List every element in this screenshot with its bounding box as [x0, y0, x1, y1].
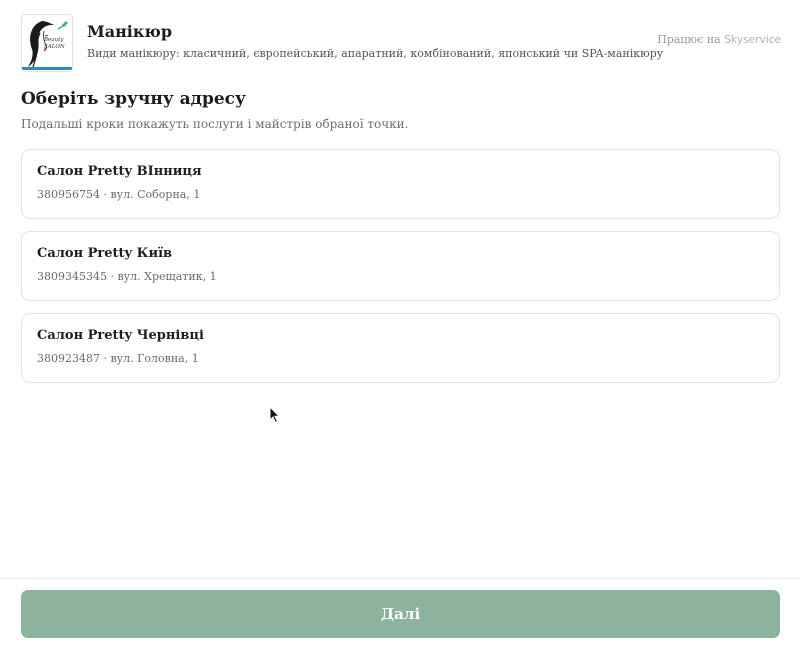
logo-text: Beauty SALON	[44, 37, 65, 50]
next-button[interactable]: Далі	[21, 590, 780, 638]
location-info: 380956754 · вул. Соборна, 1	[37, 188, 201, 201]
booking-page: Beauty SALON Манікюр Види манікюру: клас…	[0, 0, 800, 646]
powered-by-label: Працює на	[657, 33, 721, 46]
powered-by[interactable]: Працює на Skyservice	[657, 33, 781, 46]
location-name: Салон Pretty Чернівці	[37, 328, 204, 343]
mouse-pointer-icon	[269, 406, 281, 424]
page-title: Оберіть зручну адресу	[21, 89, 246, 109]
business-header: Beauty SALON Манікюр Види манікюру: клас…	[21, 14, 781, 72]
location-info: 3809345345 · вул. Хрещатик, 1	[37, 270, 217, 283]
business-name: Манікюр	[87, 22, 173, 41]
location-info: 380923487 · вул. Головна, 1	[37, 352, 199, 365]
business-logo: Beauty SALON	[21, 14, 73, 72]
powered-by-brand: Skyservice	[724, 33, 781, 46]
location-card-kyiv[interactable]: Салон Pretty Київ 3809345345 · вул. Хрещ…	[21, 231, 780, 301]
footer-divider	[0, 578, 800, 579]
page-subtitle: Подальші кроки покажуть послуги і майстр…	[21, 117, 409, 131]
location-card-vinnytsia[interactable]: Салон Pretty ВІнниця 380956754 · вул. Со…	[21, 149, 780, 219]
location-name: Салон Pretty Київ	[37, 246, 173, 261]
location-card-chernivtsi[interactable]: Салон Pretty Чернівці 380923487 · вул. Г…	[21, 313, 780, 383]
business-info: Манікюр Види манікюру: класичний, європе…	[87, 22, 663, 61]
business-description: Види манікюру: класичний, європейський, …	[87, 47, 664, 60]
location-name: Салон Pretty ВІнниця	[37, 164, 202, 179]
